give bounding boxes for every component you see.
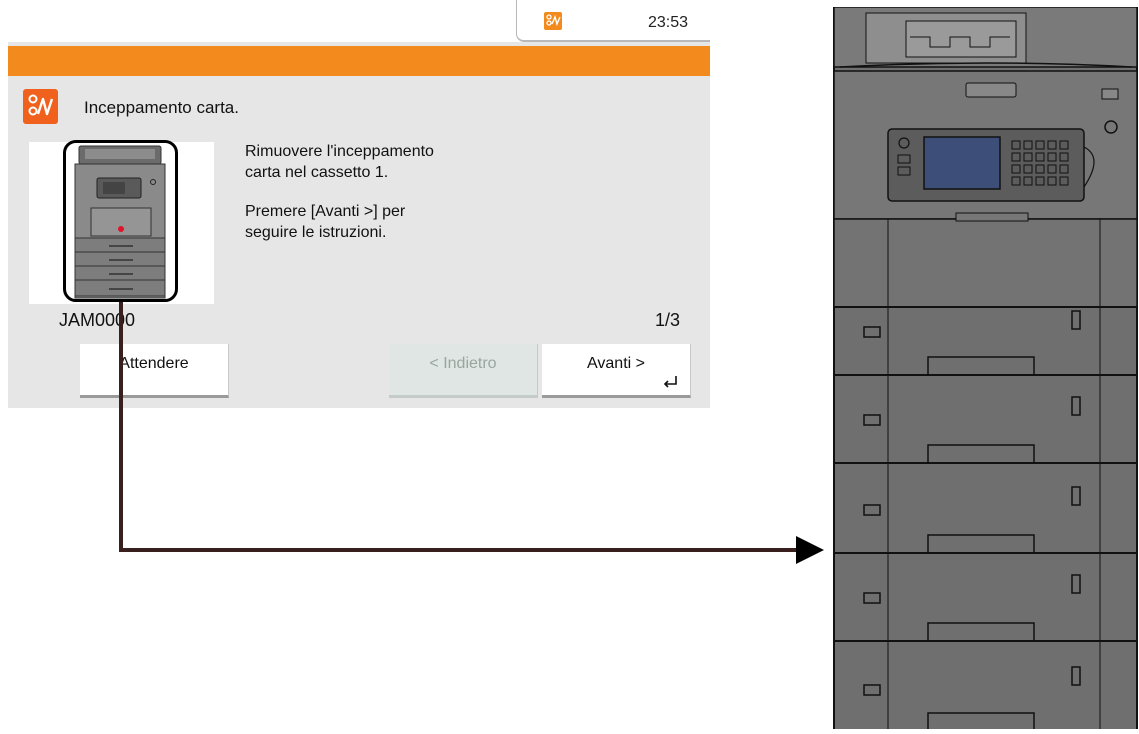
- paper-jam-icon: [23, 89, 58, 124]
- back-button-label: < Indietro: [429, 355, 497, 372]
- dialog-title: Inceppamento carta.: [84, 98, 239, 117]
- callout-highlight: [63, 140, 178, 302]
- next-button-label: Avanti >: [587, 355, 645, 372]
- alert-banner: [8, 46, 710, 76]
- message-line: seguire le istruzioni.: [245, 224, 387, 241]
- page-indicator: 1/3: [655, 310, 681, 330]
- printer-front-view: [832, 6, 1139, 732]
- next-button[interactable]: Avanti >: [542, 344, 691, 398]
- jam-code: JAM0000: [59, 310, 136, 330]
- enter-icon: [663, 376, 677, 388]
- wait-button[interactable]: Attendere: [80, 344, 229, 398]
- wait-button-label: Attendere: [119, 355, 189, 372]
- paper-jam-icon[interactable]: [544, 12, 562, 30]
- clock: 23:53: [648, 14, 689, 31]
- message-line: carta nel cassetto 1.: [245, 164, 389, 181]
- back-button[interactable]: < Indietro: [389, 344, 538, 398]
- dialog-message: Rimuovere l'inceppamento carta nel casse…: [245, 141, 575, 243]
- message-line: Premere [Avanti >] per: [245, 203, 406, 220]
- message-line: Rimuovere l'inceppamento: [245, 143, 434, 160]
